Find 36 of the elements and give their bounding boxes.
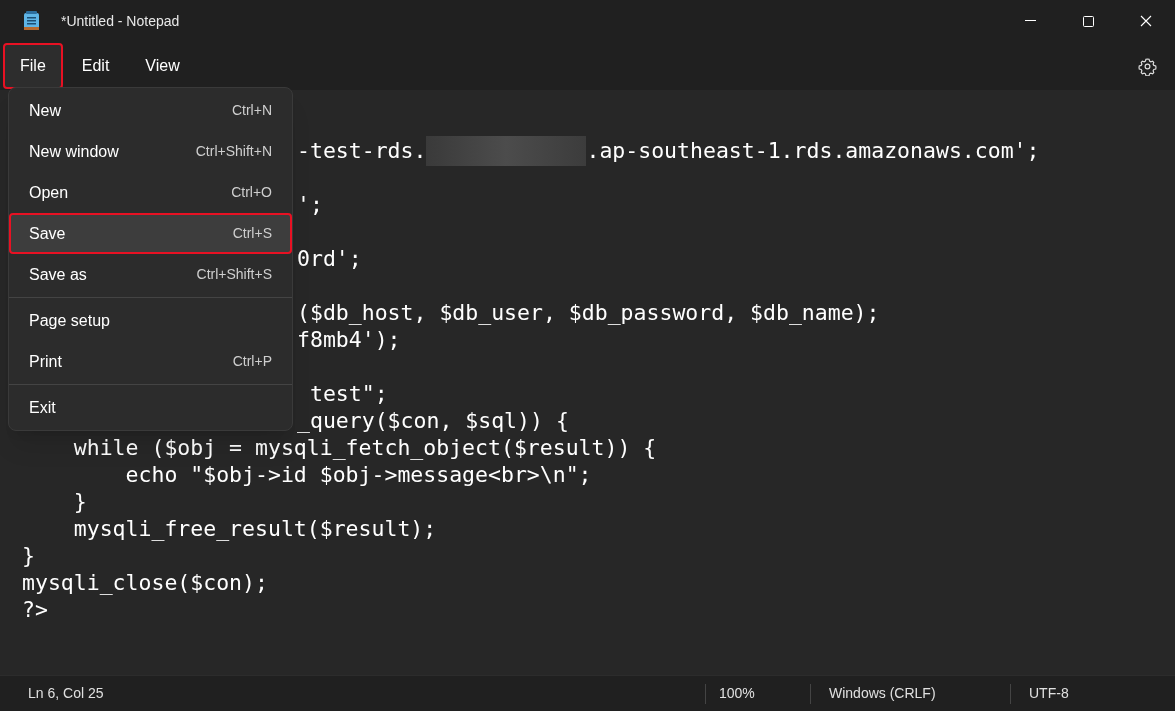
code-line: mysqli_close($con); [22, 569, 268, 596]
notepad-icon [23, 11, 40, 31]
window-title: *Untitled - Notepad [61, 11, 180, 31]
menu-item[interactable]: Open Ctrl+O [9, 172, 292, 213]
menu-item[interactable]: Exit [9, 387, 292, 428]
code-line: ($db_host, $db_user, $db_password, $db_name); [297, 299, 880, 326]
zoom-level: 100% [719, 684, 755, 703]
code-line: } [22, 542, 35, 569]
menu-item[interactable]: Edit [64, 43, 127, 89]
menu-item[interactable]: View [128, 43, 197, 89]
code-line: echo "$obj->id $obj->message<br>\n"; [124, 461, 592, 488]
menu-item[interactable]: Print Ctrl+P [9, 341, 292, 382]
menu-item[interactable]: Save Ctrl+S [9, 213, 292, 254]
code-line: mysqli_free_result($result); [72, 515, 437, 542]
settings-icon [1137, 56, 1157, 76]
maximize-icon [1082, 15, 1094, 27]
menu-item[interactable]: Save as Ctrl+Shift+S [9, 254, 292, 295]
code-line: while ($obj = mysqli_fetch_object($result)) { [72, 434, 657, 461]
minimize-icon [1024, 20, 1036, 22]
menu-item[interactable]: New window Ctrl+Shift+N [9, 131, 292, 172]
code-line: ?> [22, 596, 48, 623]
code-line: f8mb4'); [297, 326, 401, 353]
code-line: 0rd'; [297, 245, 362, 272]
code-line: } [72, 488, 87, 515]
close-icon [1140, 15, 1152, 27]
menu-item[interactable]: Page setup [9, 300, 292, 341]
code-line: .ap-southeast-1.rds.amazonaws.com'; [586, 137, 1040, 164]
code-line: _query($con, $sql)) { [297, 407, 569, 434]
cursor-position: Ln 6, Col 25 [28, 684, 104, 703]
line-ending: Windows (CRLF) [829, 684, 936, 703]
menu-item[interactable]: New Ctrl+N [9, 90, 292, 131]
code-line: -test-rds. [297, 137, 427, 164]
code-line: '; [297, 191, 323, 218]
encoding: UTF-8 [1029, 684, 1069, 703]
code-line: test"; [308, 380, 388, 407]
menu-item[interactable]: File [3, 43, 63, 89]
